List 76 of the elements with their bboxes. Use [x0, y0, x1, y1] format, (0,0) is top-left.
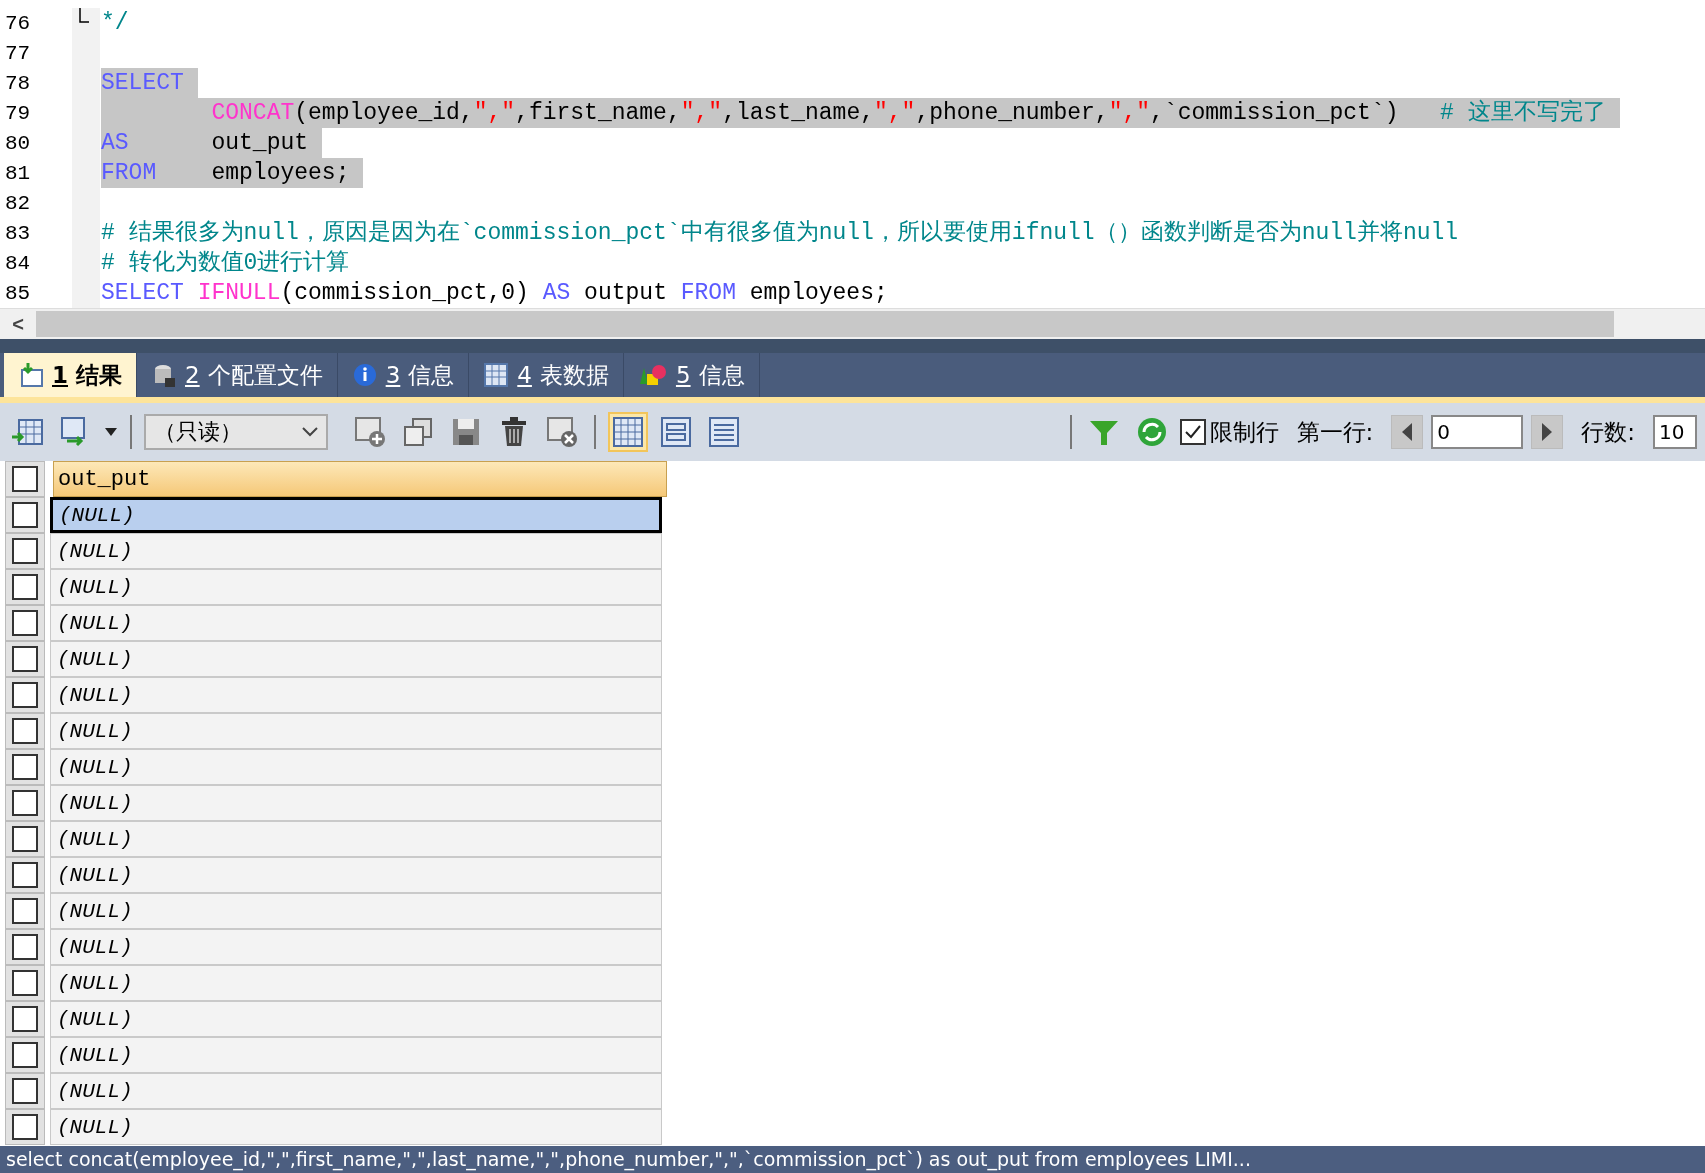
line-number: 81: [4, 161, 32, 185]
table-cell: (NULL): [50, 965, 662, 1001]
table-cell: (NULL): [50, 1073, 662, 1109]
row-checkbox[interactable]: [5, 821, 45, 857]
caret-icon[interactable]: [104, 427, 118, 437]
left-triangle-icon: [1401, 422, 1414, 442]
table-cell: (NULL): [50, 533, 662, 569]
table-cell: (NULL): [50, 1109, 662, 1145]
line-number: 82: [4, 191, 32, 215]
column-header[interactable]: out_put: [53, 461, 667, 497]
table-cell: (NULL): [50, 605, 662, 641]
line-number: 84: [4, 251, 32, 275]
table-cell: (NULL): [50, 1037, 662, 1073]
text-view-icon: [707, 415, 741, 449]
table-cell: (NULL): [50, 785, 662, 821]
info-icon: [351, 362, 378, 388]
code-line: # 结果很多为null，原因是因为在`commission_pct`中有很多值为null，所以要使用ifnull（）函数判断是否为null并将null: [101, 219, 1459, 248]
form-view-icon: [659, 415, 693, 449]
table-cell: (NULL): [50, 749, 662, 785]
row-checkbox[interactable]: [5, 893, 45, 929]
code-line: SELECT IFNULL(commission_pct,0) AS output FROM employees;: [101, 279, 888, 308]
first-row-label: 第一行:: [1296, 417, 1374, 447]
table-cell: (NULL): [50, 1001, 662, 1037]
row-checkbox[interactable]: [5, 533, 45, 569]
first-row-field[interactable]: 0: [1431, 415, 1524, 449]
next-page-button[interactable]: [1531, 415, 1564, 449]
table-cell: (NULL): [50, 497, 662, 533]
row-checkbox[interactable]: [5, 569, 45, 605]
row-checkbox[interactable]: [5, 857, 45, 893]
row-count-field[interactable]: 10: [1653, 415, 1697, 449]
line-number: 83: [4, 221, 32, 245]
chevron-icon: [302, 427, 318, 437]
row-checkbox[interactable]: [5, 1037, 45, 1073]
row-checkbox[interactable]: [5, 749, 45, 785]
status-bar: select concat(employee_id,",",first_name,",",last_name,",",phone_number,",",`commission_pct`) as out_put from employees LIMI...: [0, 1146, 1705, 1173]
row-count-label: 行数:: [1581, 417, 1635, 447]
previous-page-button[interactable]: [1391, 415, 1424, 449]
line-number: 80: [4, 131, 32, 155]
table-cell: (NULL): [50, 821, 662, 857]
checkmark-icon: [1183, 424, 1202, 440]
view-mode-button[interactable]: [608, 412, 648, 452]
scrollbar-thumb[interactable]: [36, 311, 1614, 337]
line-number: 85: [4, 281, 32, 305]
row-checkbox[interactable]: [5, 929, 45, 965]
table-icon: [483, 362, 510, 388]
row-checkbox[interactable]: [5, 785, 45, 821]
table-arrow-icon: [18, 362, 44, 388]
table-cell: (NULL): [50, 893, 662, 929]
code-line: # 转化为数值0进行计算: [101, 249, 350, 278]
table-cell: (NULL): [50, 857, 662, 893]
row-checkbox[interactable]: [5, 1001, 45, 1037]
table-cell: (NULL): [50, 569, 662, 605]
row-checkbox[interactable]: [5, 965, 45, 1001]
line-number: 77: [4, 41, 32, 65]
row-checkbox[interactable]: [5, 1109, 45, 1145]
table-cell: (NULL): [50, 677, 662, 713]
line-number: 76: [4, 11, 32, 35]
row-checkbox[interactable]: [5, 713, 45, 749]
line-number: 79: [4, 101, 32, 125]
row-checkbox[interactable]: [5, 1073, 45, 1109]
table-cell: (NULL): [50, 641, 662, 677]
line-number: 78: [4, 71, 32, 95]
shapes-icon: [637, 362, 668, 388]
table-cell: (NULL): [50, 929, 662, 965]
limit-rows-checkbox[interactable]: 限制行: [1179, 416, 1279, 448]
mode-dropdown[interactable]: （只读）: [144, 414, 328, 450]
row-checkbox[interactable]: [5, 677, 45, 713]
table-cell: (NULL): [50, 713, 662, 749]
row-checkbox[interactable]: [5, 497, 45, 533]
right-triangle-icon: [1541, 422, 1554, 442]
row-checkbox[interactable]: [5, 605, 45, 641]
grid-view-icon: [611, 415, 645, 449]
result-tab[interactable]: 1 结果: [4, 353, 137, 397]
select-all-checkbox[interactable]: [5, 461, 45, 497]
row-checkbox[interactable]: [5, 641, 45, 677]
code-line: */: [101, 9, 129, 38]
